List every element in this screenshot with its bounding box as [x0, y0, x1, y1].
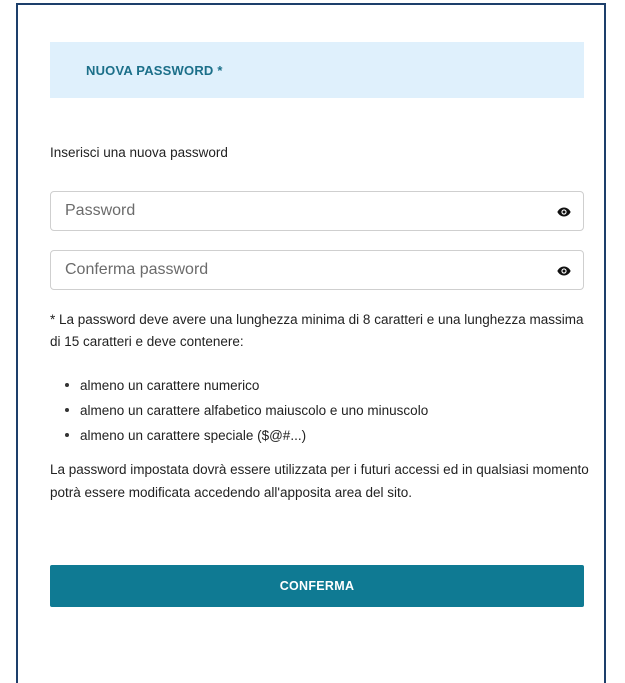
rule-text: almeno un carattere numerico — [80, 378, 260, 393]
section-header: NUOVA PASSWORD * — [50, 42, 584, 98]
section-title: NUOVA PASSWORD * — [86, 63, 223, 78]
list-item: almeno un carattere numerico — [64, 373, 584, 398]
password-input[interactable] — [65, 192, 535, 230]
eye-icon-graphic — [557, 207, 571, 217]
usage-note: La password impostata dovrà essere utili… — [50, 462, 589, 500]
confirm-password-field[interactable] — [50, 250, 584, 290]
rule-text: almeno un carattere alfabetico maiuscolo… — [80, 403, 429, 418]
instruction-text: Inserisci una nuova password — [50, 145, 228, 160]
list-item: almeno un carattere alfabetico maiuscolo… — [64, 398, 584, 423]
eye-icon-graphic — [557, 266, 571, 276]
password-rules-intro: * La password deve avere una lunghezza m… — [50, 312, 584, 349]
confirm-password-input[interactable] — [65, 251, 535, 289]
password-field[interactable] — [50, 191, 584, 231]
list-item: almeno un carattere speciale ($@#...) — [64, 423, 584, 448]
password-rules-list: almeno un carattere numerico almeno un c… — [64, 373, 584, 448]
confirm-button[interactable]: CONFERMA — [50, 565, 584, 607]
eye-icon[interactable] — [557, 264, 571, 276]
bullet-icon — [65, 433, 69, 437]
rule-text: almeno un carattere speciale ($@#...) — [80, 428, 307, 443]
bullet-icon — [65, 408, 69, 412]
eye-icon[interactable] — [557, 205, 571, 217]
bullet-icon — [65, 383, 69, 387]
